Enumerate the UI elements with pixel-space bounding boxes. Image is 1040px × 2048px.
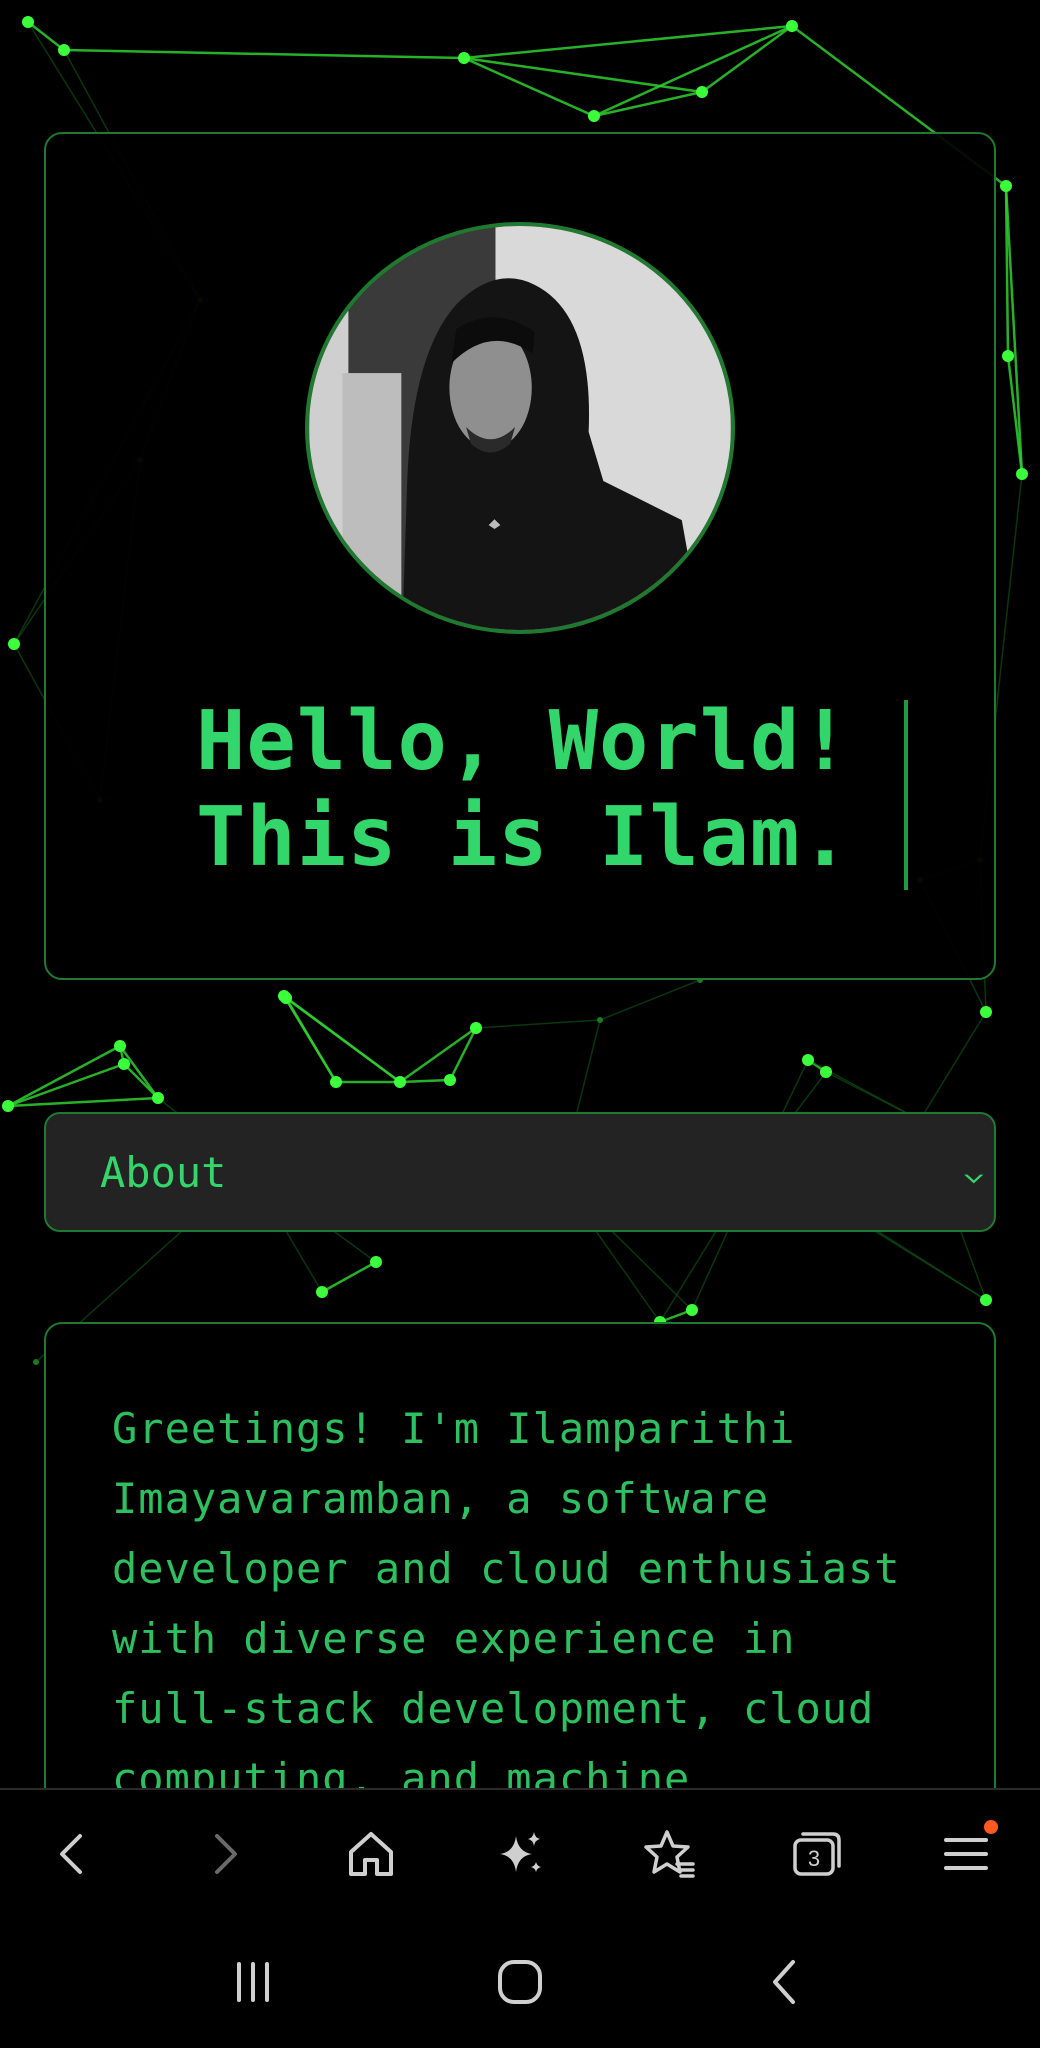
network-node: [444, 1074, 456, 1086]
bookmarks-button[interactable]: [633, 1818, 705, 1890]
network-line: [399, 1026, 477, 1084]
network-line: [593, 90, 703, 118]
network-line: [7, 1096, 159, 1108]
network-line: [282, 995, 338, 1083]
home-button[interactable]: [335, 1818, 407, 1890]
forward-button[interactable]: [187, 1818, 259, 1890]
tabs-count: 3: [808, 1846, 820, 1871]
network-line: [463, 24, 793, 60]
network-node: [1016, 468, 1028, 480]
network-node: [458, 52, 470, 64]
about-accordion-toggle[interactable]: About ⌄: [44, 1112, 996, 1232]
home-circle-icon: [497, 1960, 542, 2004]
network-line: [27, 21, 65, 51]
profile-avatar: [305, 222, 735, 634]
network-node: [278, 990, 290, 1002]
network-node: [394, 1076, 406, 1088]
about-card: Greetings! I'm Ilamparithi Imayavaramban…: [44, 1322, 996, 1842]
network-line: [919, 1011, 987, 1121]
network-node: [33, 1359, 39, 1365]
network-line: [63, 48, 465, 60]
typing-cursor: [904, 700, 908, 890]
network-node: [1000, 180, 1012, 192]
about-text-line: Imayavaramban, a software: [112, 1474, 770, 1523]
network-node: [152, 1092, 164, 1104]
network-node: [696, 86, 708, 98]
network-node: [58, 44, 70, 56]
back-button[interactable]: [38, 1818, 110, 1890]
network-node: [114, 1040, 126, 1052]
network-node: [118, 1058, 130, 1070]
greeting-line-2: This is Ilam.: [196, 790, 851, 885]
system-navigation-bar: [0, 1916, 1040, 2048]
network-node: [980, 1006, 992, 1018]
menu-icon: [943, 1838, 988, 1870]
network-node: [8, 638, 20, 650]
network-line: [283, 994, 401, 1084]
network-node: [786, 20, 798, 32]
bookmarks-icon: [643, 1830, 695, 1878]
about-text-line: developer and cloud enthusiast: [112, 1544, 901, 1593]
browser-toolbar: 3: [0, 1788, 1040, 1918]
back-icon: [60, 1834, 83, 1874]
network-line: [321, 1260, 377, 1294]
network-node: [588, 110, 600, 122]
about-label: About: [100, 1147, 227, 1197]
notification-dot: [983, 1820, 998, 1834]
network-line: [118, 1045, 160, 1099]
about-text: Greetings! I'm Ilamparithi Imayavaramban…: [112, 1394, 952, 1814]
network-node: [330, 1076, 342, 1088]
about-text-line: with diverse experience in: [112, 1614, 796, 1663]
network-node: [820, 1066, 832, 1078]
network-line: [475, 1019, 601, 1029]
chevron-down-icon: ⌄: [961, 1157, 987, 1187]
hero-card: Hello, World! This is Ilam.: [44, 132, 996, 980]
network-node: [2, 1100, 14, 1112]
system-home-button[interactable]: [480, 1942, 560, 2022]
network-node: [980, 1294, 992, 1306]
network-node: [470, 1022, 482, 1034]
network-node: [597, 1017, 603, 1023]
network-node: [22, 16, 34, 28]
forward-icon: [214, 1834, 237, 1874]
network-line: [599, 979, 701, 1021]
network-node: [1002, 350, 1014, 362]
ai-assistant-button[interactable]: [484, 1818, 556, 1890]
network-line: [399, 1078, 451, 1084]
about-text-line: full-stack development, cloud: [112, 1684, 875, 1733]
network-node: [802, 1054, 814, 1066]
system-back-button[interactable]: [747, 1942, 827, 2022]
greeting-line-1: Hello, World!: [196, 694, 851, 789]
hero-greeting: Hello, World! This is Ilam.: [196, 694, 856, 886]
recents-icon: [237, 1962, 270, 2002]
home-icon: [349, 1832, 394, 1876]
recents-button[interactable]: [213, 1942, 293, 2022]
system-back-icon: [772, 1960, 795, 2004]
network-node: [370, 1256, 382, 1268]
tabs-icon: 3: [793, 1832, 841, 1876]
ai-sparkle-icon: [499, 1832, 541, 1872]
network-line: [593, 24, 793, 118]
network-line: [701, 24, 793, 94]
network-node: [686, 1304, 698, 1316]
network-line: [7, 1044, 121, 1108]
tabs-button[interactable]: 3: [781, 1818, 853, 1890]
network-node: [316, 1286, 328, 1298]
profile-photo: [309, 226, 731, 630]
menu-button[interactable]: [930, 1818, 1002, 1890]
about-text-line: Greetings! I'm Ilamparithi: [112, 1404, 796, 1453]
